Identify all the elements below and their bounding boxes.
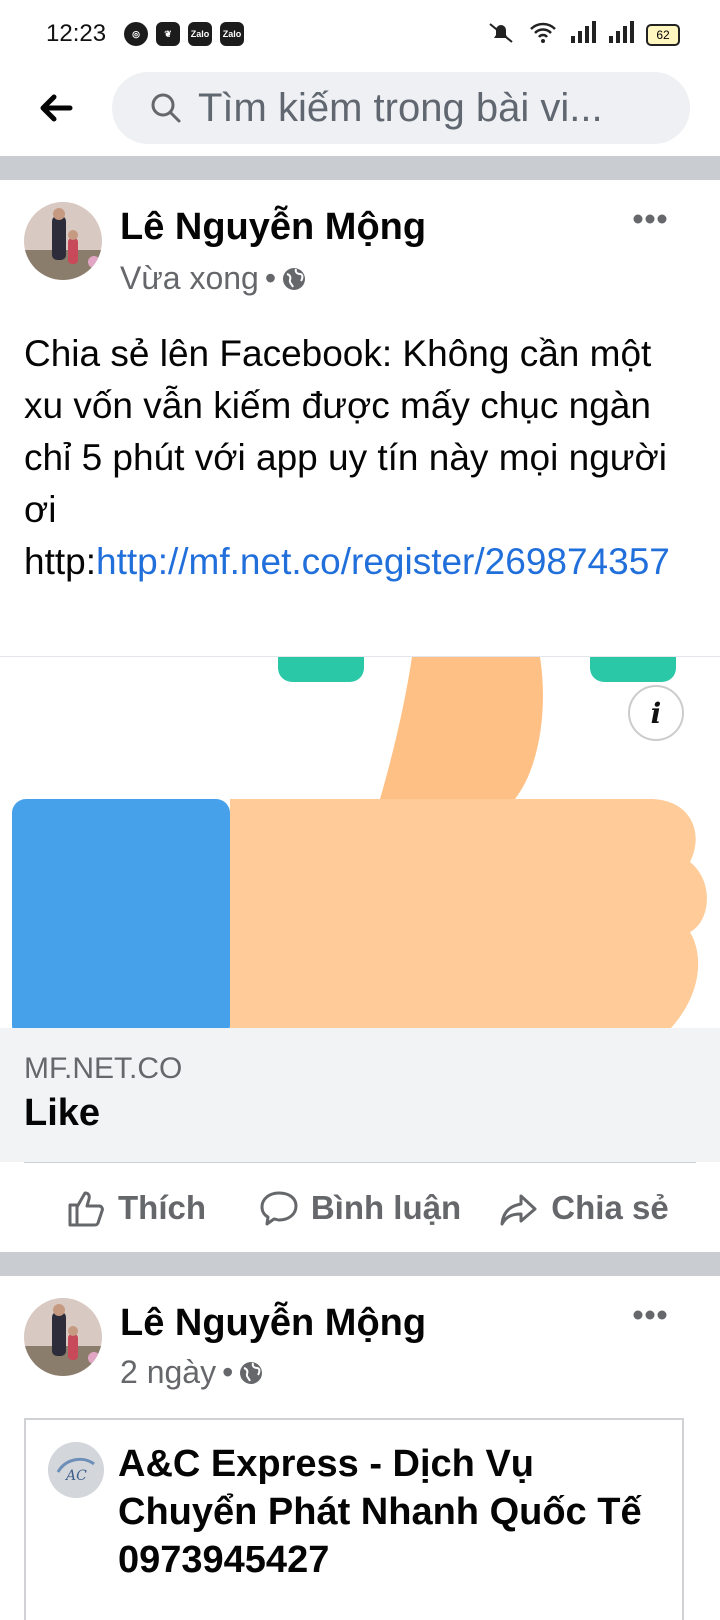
comment-icon	[260, 1191, 298, 1226]
search-icon	[151, 93, 181, 123]
svg-text:AC: AC	[64, 1468, 87, 1484]
leaf-icon: ❦	[156, 22, 180, 46]
shared-card-title: A&C Express - Dịch Vụ Chuyển Phát Nhanh …	[118, 1443, 642, 1581]
like-button[interactable]: Thích	[24, 1163, 248, 1253]
more-options-icon[interactable]	[632, 212, 668, 224]
wifi-icon	[528, 20, 558, 49]
zalo-icon: Zalo	[188, 22, 212, 46]
more-options-icon[interactable]	[632, 1308, 668, 1320]
link-domain: MF.NET.CO	[24, 1052, 183, 1085]
post-text: Chia sẻ lên Facebook: Không cần một xu v…	[24, 328, 694, 588]
meta-separator: •	[222, 1354, 234, 1390]
post: Lê Nguyễn Mộng 2 ngày • AC A&C Express -…	[0, 1276, 720, 1620]
search-placeholder: Tìm kiếm trong bài vi...	[198, 85, 603, 130]
avatar[interactable]	[24, 1298, 102, 1376]
status-time: 12:23	[46, 20, 107, 47]
post-actions: Thích Bình luận Chia sẻ	[24, 1162, 696, 1253]
zalo-icon: Zalo	[220, 22, 244, 46]
post: Lê Nguyễn Mộng Vừa xong • Chia sẻ lên Fa…	[0, 180, 720, 1252]
like-label: Thích	[118, 1189, 206, 1226]
link-preview-info[interactable]: MF.NET.CO Like	[0, 1028, 720, 1162]
back-arrow-icon[interactable]	[36, 88, 76, 128]
post-time[interactable]: 2 ngày	[120, 1354, 216, 1391]
comment-button[interactable]: Bình luận	[248, 1163, 472, 1253]
post-author[interactable]: Lê Nguyễn Mộng	[120, 206, 426, 249]
share-icon	[500, 1194, 537, 1226]
signal-icon	[608, 21, 634, 48]
status-bar: 12:23 ◎ ❦ Zalo Zalo 62	[0, 0, 720, 64]
feed-divider	[0, 156, 720, 180]
globe-icon	[240, 1361, 263, 1384]
post-time[interactable]: Vừa xong	[120, 260, 259, 297]
post-link[interactable]: http://mf.net.co/register/269874357	[96, 541, 670, 582]
info-icon[interactable]: i	[628, 685, 684, 741]
feed-divider	[0, 1252, 720, 1276]
share-label: Chia sẻ	[551, 1189, 669, 1226]
battery-icon: 62	[646, 23, 680, 46]
post-author[interactable]: Lê Nguyễn Mộng	[120, 1302, 426, 1345]
shared-page-card[interactable]: AC A&C Express - Dịch Vụ Chuyển Phát Nha…	[24, 1418, 684, 1620]
post-meta: Vừa xong •	[120, 260, 306, 297]
globe-icon	[283, 267, 306, 290]
comment-label: Bình luận	[310, 1189, 462, 1226]
avatar[interactable]	[24, 202, 102, 280]
search-input[interactable]: Tìm kiếm trong bài vi...	[112, 72, 690, 144]
post-meta: 2 ngày •	[120, 1354, 263, 1391]
top-bar: Tìm kiếm trong bài vi...	[0, 64, 720, 156]
compass-icon: ◎	[124, 22, 148, 46]
link-title: Like	[24, 1092, 101, 1134]
share-button[interactable]: Chia sẻ	[472, 1163, 696, 1253]
page-logo: AC	[48, 1442, 104, 1498]
mute-icon	[486, 20, 516, 49]
signal-icon	[570, 21, 596, 48]
link-preview-image[interactable]: i	[0, 656, 720, 1029]
meta-separator: •	[264, 260, 277, 296]
thumbs-up-icon	[68, 1191, 104, 1227]
